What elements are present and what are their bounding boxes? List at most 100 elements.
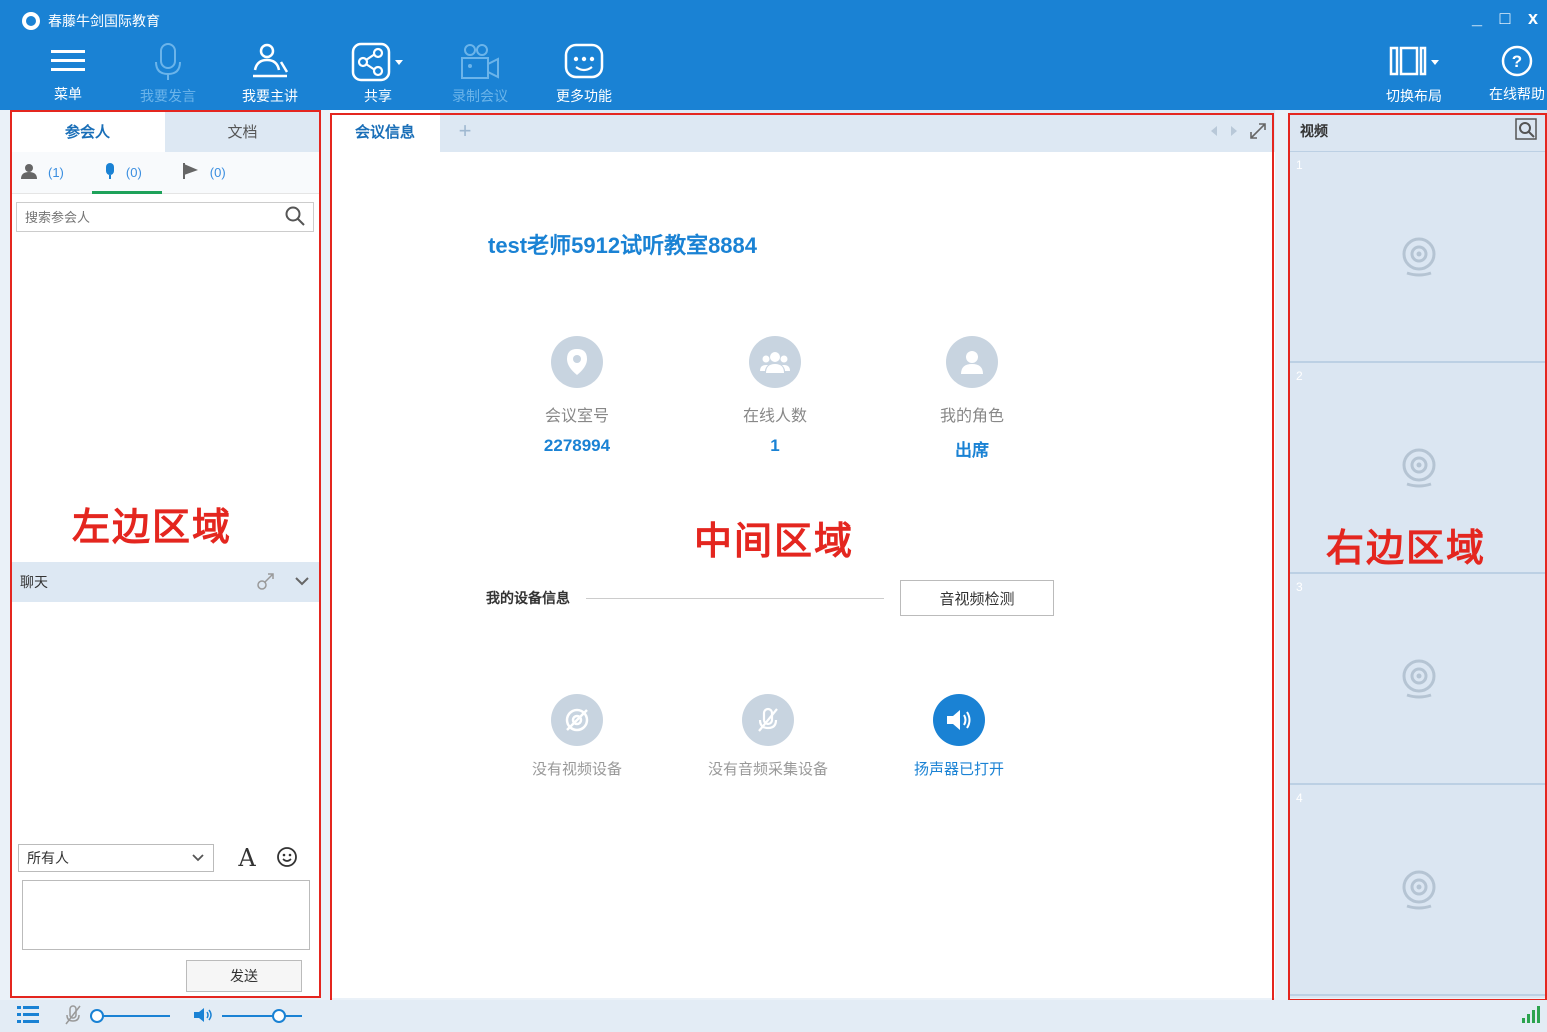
expand-icon[interactable] (1249, 122, 1267, 140)
video-search-icon[interactable] (1515, 118, 1537, 143)
av-check-button[interactable]: 音视频检测 (900, 580, 1054, 616)
switch-layout-label: 切换布局 (1386, 88, 1442, 104)
speaker-volume-icon[interactable] (192, 1006, 214, 1027)
font-icon[interactable]: A (234, 844, 260, 872)
mic-volume-slider[interactable] (90, 1009, 170, 1023)
tab-prev-icon[interactable] (1209, 125, 1219, 137)
person-icon (20, 163, 38, 182)
add-tab-button[interactable]: + (440, 110, 490, 152)
flag-icon (182, 162, 200, 183)
search-icon[interactable] (285, 206, 305, 229)
filter-hand-raised[interactable]: (0) (182, 152, 226, 194)
participant-filter-tabs: (1) (0) (0) (10, 152, 320, 194)
online-help-label: 在线帮助 (1489, 86, 1545, 102)
present-button[interactable]: 我要主讲 (230, 42, 310, 104)
top-toolbar: 春藤牛剑国际教育 _ □ x 菜单 我要发言 我要主讲 共享 录制会议 更多功能… (0, 0, 1547, 110)
emoji-icon[interactable] (276, 846, 298, 871)
share-label: 共享 (364, 88, 392, 104)
right-panel: 视频 1 2 右边区域 3 4 (1290, 110, 1547, 998)
minimize-button[interactable]: _ (1463, 8, 1491, 29)
maximize-button[interactable]: □ (1491, 8, 1519, 29)
help-icon: ? (1500, 42, 1534, 80)
close-button[interactable]: x (1519, 8, 1547, 29)
participant-search-input[interactable] (25, 209, 285, 225)
webcam-icon (1402, 448, 1435, 487)
speaker-status: 扬声器已打开 (913, 761, 1004, 778)
video-slot-number: 2 (1296, 369, 1303, 383)
video-slot-number: 4 (1296, 791, 1303, 805)
menu-button[interactable]: 菜单 (28, 42, 108, 104)
tab-participants[interactable]: 参会人 (10, 110, 165, 152)
speaker-volume-slider[interactable] (222, 1009, 302, 1023)
switch-layout-button[interactable]: 切换布局 (1374, 42, 1454, 104)
video-slot[interactable]: 3 (1290, 574, 1547, 785)
presenter-icon (249, 42, 291, 82)
mic-muted-icon[interactable] (64, 1004, 82, 1029)
online-help-button[interactable]: ? 在线帮助 (1477, 42, 1547, 104)
record-button[interactable]: 录制会议 (440, 42, 520, 104)
menu-label: 菜单 (54, 86, 82, 102)
app-title-bar: 春藤牛剑国际教育 (22, 8, 160, 34)
video-slot[interactable]: 2 右边区域 (1290, 363, 1547, 574)
chat-header: 聊天 (10, 562, 320, 602)
more-features-button[interactable]: 更多功能 (544, 42, 624, 104)
chat-recipient-value: 所有人 (27, 850, 69, 866)
chevron-down-icon[interactable] (294, 574, 310, 590)
send-button[interactable]: 发送 (186, 960, 302, 992)
layout-icon (1387, 42, 1441, 82)
more-features-label: 更多功能 (556, 88, 612, 104)
status-bar (0, 1000, 1547, 1032)
filter-all-participants[interactable]: (1) (20, 152, 64, 194)
window-controls: _ □ x (1463, 8, 1547, 29)
webcam-icon (1402, 659, 1435, 698)
audio-device-status: 没有音频采集设备 (707, 761, 828, 778)
share-button[interactable]: 共享 (338, 42, 418, 104)
chat-title: 聊天 (20, 574, 48, 590)
video-device-status: 没有视频设备 (531, 761, 622, 778)
chat-recipient-select[interactable]: 所有人 (18, 844, 214, 872)
video-slot[interactable]: 4 (1290, 785, 1547, 996)
left-region-label: 左边区域 (72, 504, 233, 549)
share-icon (351, 42, 405, 82)
record-label: 录制会议 (452, 88, 508, 104)
hamburger-icon (51, 42, 85, 80)
slider-knob[interactable] (90, 1009, 104, 1023)
microphone-icon (153, 42, 183, 82)
speak-label: 我要发言 (140, 88, 196, 104)
device-speaker: 扬声器已打开 (879, 694, 1039, 779)
select-chevron-icon (192, 854, 204, 862)
signal-strength-icon (1521, 1006, 1541, 1027)
left-panel: 参会人 文档 (1) (0) (0) 左边区域 聊 (10, 110, 320, 998)
participant-search-box (16, 202, 314, 232)
tab-meeting-info[interactable]: 会议信息 (330, 110, 440, 152)
participant-count: (1) (48, 165, 64, 180)
speak-button[interactable]: 我要发言 (128, 42, 208, 104)
info-online-count: 在线人数 1 (715, 336, 835, 456)
device-info-title: 我的设备信息 (486, 590, 570, 606)
right-region-label: 右边区域 (1326, 525, 1487, 570)
online-count-value: 1 (770, 436, 780, 455)
webcam-icon (1402, 870, 1435, 909)
filter-speaking[interactable]: (0) (91, 152, 162, 194)
center-tabs: 会议信息 + (330, 110, 1275, 152)
room-number-label: 会议室号 (544, 408, 609, 425)
chat-messages (10, 602, 320, 840)
smiley-chat-icon (563, 42, 605, 82)
video-header: 视频 (1290, 110, 1547, 152)
center-panel: 会议信息 + test老师5912试听教室8884 会议室号 2278994 在… (330, 110, 1275, 998)
list-view-icon[interactable] (16, 1004, 40, 1029)
chat-controls: 所有人 A (10, 840, 320, 876)
mic-icon (104, 162, 116, 183)
popout-icon[interactable] (256, 571, 276, 594)
chat-message-input[interactable] (22, 880, 310, 950)
webcam-icon (1402, 237, 1435, 276)
center-tab-nav (490, 110, 1275, 152)
video-slot-number: 1 (1296, 158, 1303, 172)
present-label: 我要主讲 (242, 88, 298, 104)
meeting-title: test老师5912试听教室8884 (488, 233, 758, 258)
slider-knob[interactable] (272, 1009, 286, 1023)
tab-documents[interactable]: 文档 (165, 110, 320, 152)
video-slot[interactable]: 1 (1290, 152, 1547, 363)
svg-text:A: A (237, 845, 256, 869)
tab-next-icon[interactable] (1229, 125, 1239, 137)
